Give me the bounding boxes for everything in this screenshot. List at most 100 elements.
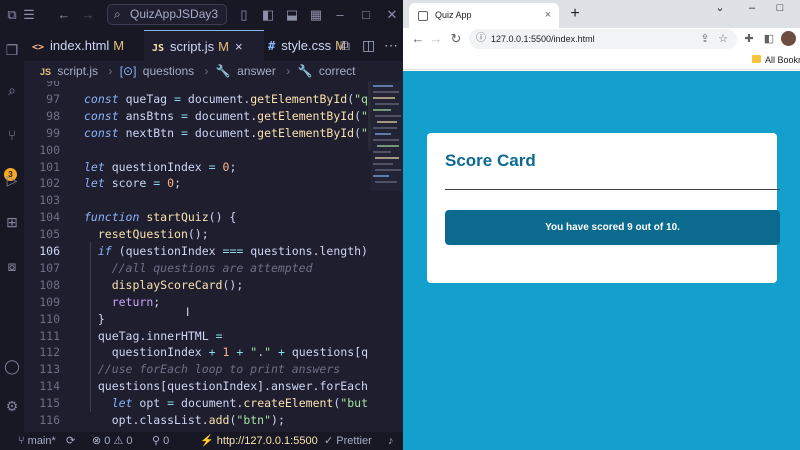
code-line[interactable]: 101 let questionIndex = 0;: [24, 159, 403, 176]
line-number: 97: [46, 91, 60, 106]
breadcrumb-file[interactable]: script.js: [57, 64, 98, 78]
breadcrumb-item[interactable]: correct: [319, 64, 356, 78]
split-editor-icon[interactable]: ◫: [362, 30, 376, 61]
more-actions-icon[interactable]: ⋯: [384, 30, 398, 61]
line-number: 102: [39, 176, 60, 191]
breadcrumb-item[interactable]: answer: [237, 64, 276, 78]
tab-label: index.html: [50, 38, 110, 53]
css-file-icon: #: [268, 39, 276, 53]
profile-avatar[interactable]: [781, 31, 796, 46]
explorer-icon[interactable]: ❐: [0, 40, 24, 60]
prettier-status[interactable]: ✓ Prettier: [324, 432, 372, 450]
text-cursor-icon: I: [186, 305, 190, 319]
maximize-icon[interactable]: □: [769, 0, 791, 18]
code-line[interactable]: 109 return;: [24, 294, 403, 311]
divider: [445, 189, 780, 190]
browser-toolbar: ← → ↻ ⓘ 127.0.0.1:5500/index.html ⇪ ☆ ✚ …: [403, 28, 800, 50]
code-line[interactable]: 97 const queTag = document.getElementById…: [24, 91, 403, 108]
menu-icon[interactable]: ☰: [20, 0, 38, 30]
toggle-sidebar-icon[interactable]: ◧: [260, 0, 276, 30]
compare-icon[interactable]: ⧉: [340, 30, 354, 61]
code-line[interactable]: 103: [24, 192, 403, 209]
code-line[interactable]: 96: [24, 81, 403, 91]
ports-indicator[interactable]: ⚲ 0: [152, 432, 169, 450]
search-icon[interactable]: ⌕: [0, 80, 24, 100]
all-bookmarks-link[interactable]: All Bookm: [765, 50, 800, 70]
tab-label: style.css: [281, 38, 332, 53]
address-bar-url: 127.0.0.1:5500/index.html: [491, 34, 595, 44]
breadcrumb-item[interactable]: questions: [143, 64, 194, 78]
close-tab-icon[interactable]: ×: [545, 3, 551, 28]
tab-search-chevron-icon[interactable]: ⌄: [709, 0, 731, 18]
back-arrow-icon[interactable]: ←: [409, 28, 427, 50]
line-number: 112: [39, 345, 60, 360]
browser-tab-title: Quiz App: [435, 10, 472, 20]
new-tab-button[interactable]: +: [565, 3, 585, 25]
code-text: //use forEach loop to print answers: [97, 362, 341, 377]
code-line[interactable]: 116 opt.classList.add("btn");: [24, 412, 403, 429]
maximize-icon[interactable]: □: [358, 0, 374, 30]
code-text: //all questions are attempted: [111, 260, 313, 275]
code-line[interactable]: 110 }: [24, 311, 403, 328]
forward-arrow-icon[interactable]: →: [427, 28, 445, 50]
code-editor[interactable]: 96 97 const queTag = document.getElementBy…: [24, 81, 403, 432]
branch-indicator[interactable]: ⑂ main*: [18, 432, 56, 450]
code-line[interactable]: 107 //all questions are attempted: [24, 260, 403, 277]
code-text: if (questionIndex === questions.length): [97, 244, 368, 258]
sync-icon[interactable]: ⟳: [66, 432, 75, 450]
status-bar: ⑂ main* ⟳ ⊗ 0 ⚠ 0 ⚲ 0 ⚡ http://127.0.0.1…: [0, 432, 403, 450]
minimize-icon[interactable]: –: [332, 0, 348, 30]
code-line[interactable]: 111 queTag.innerHTML =: [24, 328, 403, 345]
command-center-search[interactable]: ⌕ QuizAppJSDay3: [107, 4, 227, 25]
tab-index-html[interactable]: <> index.html M: [24, 30, 136, 61]
source-control-icon[interactable]: ⑂: [0, 125, 24, 145]
live-server-status[interactable]: ⚡ http://127.0.0.1:5500: [200, 432, 318, 450]
forward-arrow-icon[interactable]: →: [80, 0, 96, 30]
toggle-panel-icon[interactable]: ⬓: [284, 0, 300, 30]
code-text: resetQuestion();: [97, 227, 209, 242]
minimize-icon[interactable]: –: [741, 0, 763, 18]
remote-explorer-icon[interactable]: ⧇: [0, 256, 24, 276]
settings-gear-icon[interactable]: ⚙: [0, 396, 24, 416]
side-panel-icon[interactable]: ◧: [761, 28, 777, 50]
reload-icon[interactable]: ↻: [447, 28, 465, 50]
code-line[interactable]: 115 let opt = document.createElement("bu…: [24, 395, 403, 412]
code-line[interactable]: 106 if (questionIndex === questions.leng…: [24, 243, 403, 260]
code-line[interactable]: 102 let score = 0;: [24, 175, 403, 192]
chevron-right-icon: ›: [286, 64, 291, 78]
tab-script-js[interactable]: JS script.js M ×: [144, 30, 264, 61]
accounts-icon[interactable]: ◯: [0, 356, 24, 376]
code-line[interactable]: 99 const nextBtn = document.getElementByI…: [24, 125, 403, 142]
line-number: 96: [46, 81, 60, 89]
close-window-icon[interactable]: ✕: [384, 0, 400, 30]
run-debug-icon[interactable]: ▷: [0, 170, 24, 190]
code-line[interactable]: 105 resetQuestion();: [24, 226, 403, 243]
layout-panel-icon[interactable]: ▯: [236, 0, 252, 30]
line-number: 100: [39, 142, 60, 157]
chevron-right-icon: ›: [108, 64, 113, 78]
editor-tabs: <> index.html M JS script.js M × # style.css M …: [24, 30, 403, 61]
back-arrow-icon[interactable]: ←: [56, 0, 72, 30]
code-line[interactable]: 98 const ansBtns = document.getElementByI…: [24, 108, 403, 125]
close-tab-icon[interactable]: ×: [235, 39, 243, 54]
customize-layout-icon[interactable]: ▦: [308, 0, 324, 30]
extensions-puzzle-icon[interactable]: ✚: [741, 28, 757, 50]
share-icon[interactable]: ⇪: [697, 28, 713, 50]
bookmark-star-icon[interactable]: ☆: [715, 28, 731, 50]
code-text: return;: [111, 294, 161, 309]
code-line[interactable]: 114 questions[questionIndex].answer.forE…: [24, 378, 403, 395]
notifications-bell-icon[interactable]: ♪: [388, 432, 394, 450]
line-number: 115: [39, 396, 60, 411]
code-line[interactable]: 113 //use forEach loop to print answers: [24, 361, 403, 378]
problems-indicator[interactable]: ⊗ 0 ⚠ 0: [92, 432, 133, 450]
code-line[interactable]: 108 displayScoreCard();: [24, 277, 403, 294]
code-line[interactable]: 100: [24, 142, 403, 159]
site-info-icon[interactable]: ⓘ: [476, 29, 486, 49]
extensions-icon[interactable]: ⊞: [0, 212, 24, 232]
browser-tab-quiz-app[interactable]: Quiz App ×: [409, 3, 559, 28]
code-line[interactable]: 112 questionIndex + 1 + "." + questions[…: [24, 344, 403, 361]
minimap[interactable]: [371, 81, 403, 191]
code-line[interactable]: 104 function startQuiz() {: [24, 209, 403, 226]
line-number: 110: [39, 311, 60, 326]
page-viewport: Score Card You have scored 9 out of 10.: [403, 71, 800, 450]
